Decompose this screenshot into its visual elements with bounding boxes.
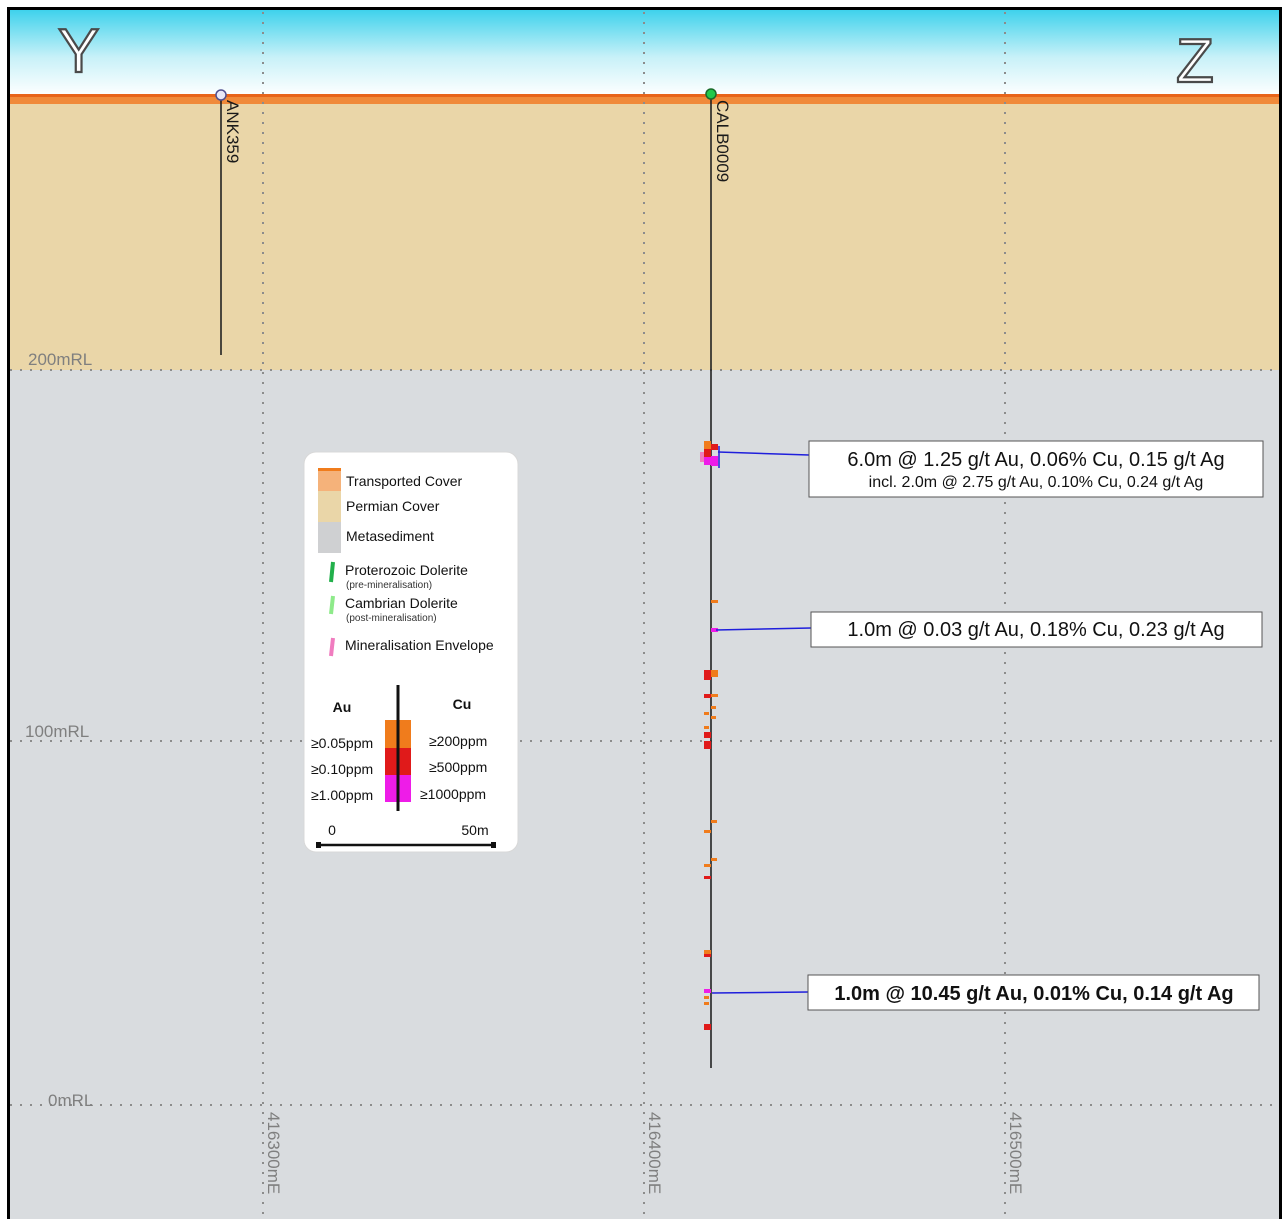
assay-au-interval: [704, 876, 711, 879]
easting-label-416400: 416400mE: [645, 1112, 664, 1194]
intercept-callout-1[interactable]: 6.0m @ 1.25 g/t Au, 0.06% Cu, 0.15 g/t A…: [808, 440, 1264, 498]
intercept-callout-3[interactable]: 1.0m @ 10.45 g/t Au, 0.01% Cu, 0.14 g/t …: [807, 974, 1260, 1011]
assay-cu-interval: [711, 456, 718, 466]
assay-au-interval: [704, 457, 711, 465]
assay-cu-interval: [711, 444, 718, 450]
assay-cu-interval: [711, 694, 718, 697]
collar-marker: [705, 88, 717, 100]
legend-cu-heading: Cu: [453, 696, 472, 712]
swatch-cambrian-dolerite: [329, 595, 335, 615]
legend-note: (post-mineralisation): [346, 613, 437, 624]
assay-au-interval: [704, 1002, 709, 1005]
legend-cu-threshold: ≥1000ppm: [420, 786, 486, 802]
mineralisation-envelope: [700, 452, 704, 462]
legend-au-heading: Au: [333, 699, 352, 715]
assay-cu-interval: [711, 858, 717, 861]
hole-label-calb0009: CALB0009: [713, 100, 732, 182]
legend-note: (pre-mineralisation): [346, 580, 432, 591]
swatch-proterozoic-dolerite: [329, 561, 335, 583]
assay-au-interval: [704, 694, 711, 698]
easting-label-416300: 416300mE: [264, 1112, 283, 1194]
assay-au-interval: [704, 670, 711, 680]
section-letter-right: Z: [1176, 27, 1214, 96]
assay-au-interval: [704, 712, 709, 715]
assay-au-interval: [704, 741, 711, 749]
intercept-main-text: 1.0m @ 10.45 g/t Au, 0.01% Cu, 0.14 g/t …: [834, 983, 1233, 1005]
assay-au-interval: [704, 864, 711, 867]
swatch-permian-cover: [318, 491, 341, 522]
hole-label-ank359: ANK359: [223, 100, 242, 163]
assay-au-interval: [704, 732, 711, 738]
assay-au-interval: [704, 1024, 711, 1030]
leader-line-3: [711, 991, 809, 994]
assay-cu-interval: [711, 820, 717, 823]
grade-au-low: [385, 720, 398, 748]
assay-au-interval: [704, 989, 711, 993]
intercept-main-text: 6.0m @ 1.25 g/t Au, 0.06% Cu, 0.15 g/t A…: [847, 449, 1224, 471]
legend-cu-threshold: ≥200ppm: [429, 733, 487, 749]
legend-label: Mineralisation Envelope: [345, 637, 494, 653]
intercept-main-text: 1.0m @ 0.03 g/t Au, 0.18% Cu, 0.23 g/t A…: [847, 619, 1224, 641]
legend-cu-threshold: ≥500ppm: [429, 759, 487, 775]
assay-au-interval: [704, 449, 711, 457]
grade-cu-mid: [398, 748, 411, 775]
assay-cu-interval: [711, 706, 716, 709]
scale-bar-tick: [491, 842, 496, 848]
legend: Transported Cover Permian Cover Metasedi…: [303, 451, 519, 853]
assay-au-interval: [704, 830, 711, 833]
assay-cu-interval: [711, 670, 718, 677]
intercept-callout-2[interactable]: 1.0m @ 0.03 g/t Au, 0.18% Cu, 0.23 g/t A…: [810, 611, 1263, 648]
grade-au-high: [385, 775, 398, 802]
scale-bar-end: 50m: [461, 822, 488, 838]
legend-au-threshold: ≥0.05ppm: [311, 735, 373, 751]
rl-label-100: 100mRL: [25, 722, 89, 741]
swatch-transported-cover: [318, 471, 341, 491]
assay-au-interval: [704, 726, 709, 729]
swatch-mineralisation-envelope: [329, 637, 335, 657]
legend-label: Transported Cover: [346, 473, 463, 489]
grade-cu-low: [398, 720, 411, 748]
legend-au-threshold: ≥0.10ppm: [311, 761, 373, 777]
grade-au-mid: [385, 748, 398, 775]
cross-section: 200mRL 100mRL 0mRL 416300mE 416400mE 416…: [0, 0, 1282, 1219]
assay-cu-interval: [711, 716, 716, 719]
surface-line: [10, 94, 1280, 97]
swatch-transported-top: [318, 468, 341, 471]
legend-au-threshold: ≥1.00ppm: [311, 787, 373, 803]
section-letter-left: Y: [58, 17, 99, 86]
assay-au-interval: [704, 950, 711, 954]
assay-au-interval: [704, 954, 711, 957]
rl-label-200: 200mRL: [28, 350, 92, 369]
swatch-metasediment: [318, 522, 341, 553]
legend-label: Proterozoic Dolerite: [345, 562, 468, 578]
assay-cu-interval: [711, 600, 718, 603]
legend-label: Permian Cover: [346, 498, 440, 514]
intercept-sub-text: incl. 2.0m @ 2.75 g/t Au, 0.10% Cu, 0.24…: [869, 474, 1204, 491]
legend-label: Cambrian Dolerite: [345, 595, 458, 611]
rl-label-0: 0mRL: [48, 1091, 93, 1110]
easting-label-416500: 416500mE: [1006, 1112, 1025, 1194]
assay-au-interval: [704, 441, 711, 449]
assay-au-interval: [704, 996, 709, 999]
scale-bar-tick: [316, 842, 321, 848]
legend-label: Metasediment: [346, 528, 434, 544]
grade-cu-high: [398, 775, 411, 802]
scale-bar-start: 0: [328, 822, 336, 838]
collar-marker: [215, 89, 227, 101]
